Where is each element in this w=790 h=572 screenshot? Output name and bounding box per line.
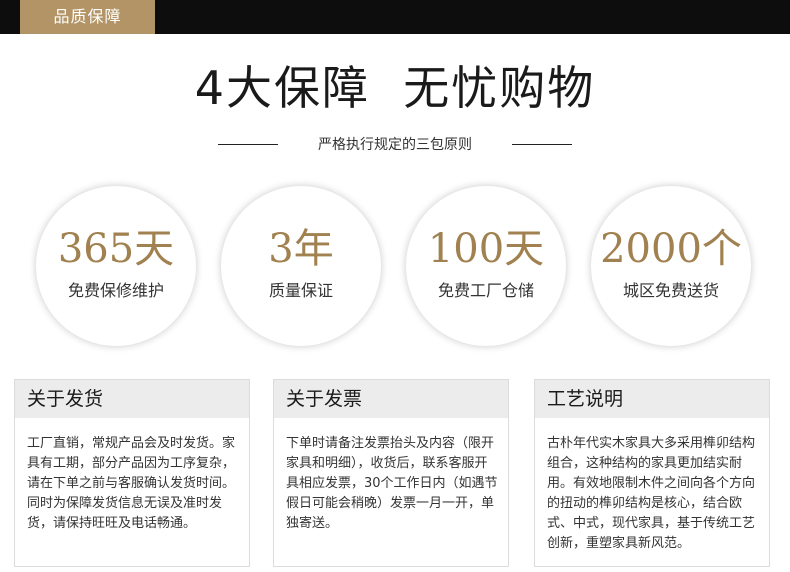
card-header: 关于发货 [15,380,249,418]
guarantee-label: 城区免费送货 [622,281,719,300]
guarantee-label: 免费保修维护 [67,281,164,300]
guarantee-circle-warranty: 365天 免费保修维护 [36,186,196,346]
card-paragraph: 古朴年代实木家具大多采用榫卯结构组合，这种结构的家具更加结实耐用。有效地限制木件… [547,436,756,551]
card-header: 工艺说明 [535,380,769,418]
subtitle-rule-left [218,144,278,145]
page-subtitle: 严格执行规定的三包原则 [318,137,472,153]
guarantee-circle-delivery: 2000个 城区免费送货 [591,186,751,346]
guarantee-value: 3年 [268,226,334,272]
subtitle-rule-right [512,144,572,145]
subtitle-row: 严格执行规定的三包原则 [0,133,790,157]
card-paragraph: 工厂直销，常规产品会及时发货。家具有工期，部分产品因为工序复杂，请在下单之前与客… [27,436,236,491]
card-shipping: 关于发货 工厂直销，常规产品会及时发货。家具有工期，部分产品因为工序复杂，请在下… [14,379,250,567]
card-body: 下单时请备注发票抬头及内容（限开家具和明细），收货后，联系客服开具相应发票，30… [286,434,500,534]
card-body: 工厂直销，常规产品会及时发货。家具有工期，部分产品因为工序复杂，请在下单之前与客… [27,434,241,534]
card-header: 关于发票 [274,380,508,418]
card-invoice: 关于发票 下单时请备注发票抬头及内容（限开家具和明细），收货后，联系客服开具相应… [273,379,509,567]
card-paragraph: 下单时请备注发票抬头及内容（限开家具和明细），收货后，联系客服开具相应发票，30… [286,436,498,531]
guarantee-label: 免费工厂仓储 [437,281,534,300]
guarantee-value: 365天 [57,226,175,272]
guarantee-label: 质量保证 [268,281,333,300]
card-craft: 工艺说明 古朴年代实木家具大多采用榫卯结构组合，这种结构的家具更加结实耐用。有效… [534,379,770,567]
card-title: 工艺说明 [547,388,624,410]
guarantee-value: 100天 [427,226,545,272]
card-title: 关于发票 [286,388,363,410]
guarantee-circle-quality: 3年 质量保证 [221,186,381,346]
top-bar: 品质保障 [0,0,790,34]
card-paragraph: 同时为保障发货信息无误及准时发货，请保持旺旺及电话畅通。 [27,496,223,531]
page-headline: 4大保障 无忧购物 [194,61,596,115]
section-tag: 品质保障 [20,0,155,34]
card-body: 古朴年代实木家具大多采用榫卯结构组合，这种结构的家具更加结实耐用。有效地限制木件… [547,434,761,554]
guarantee-value: 2000个 [600,226,742,272]
card-title: 关于发货 [27,388,104,410]
guarantee-page: 品质保障 4大保障 无忧购物 严格执行规定的三包原则 365天 免费保修维护 3… [0,0,790,572]
guarantee-circle-storage: 100天 免费工厂仓储 [406,186,566,346]
